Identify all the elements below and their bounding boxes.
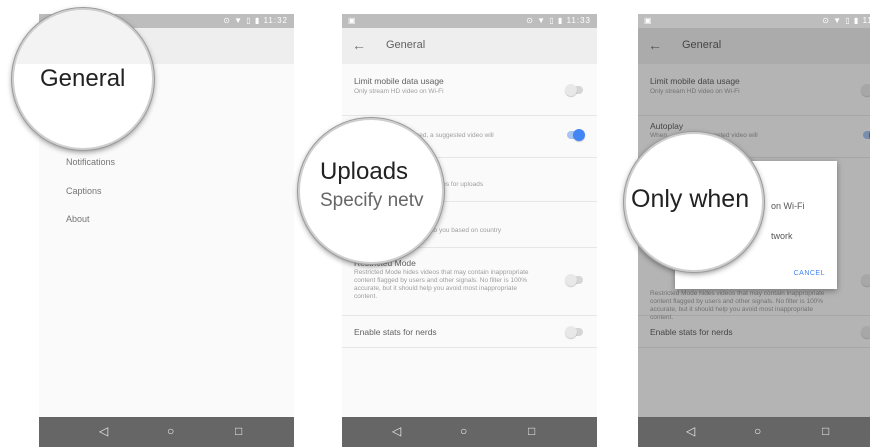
image-notification-icon: ▣ [348,16,356,25]
settings-item-about[interactable]: About [66,214,90,224]
recents-icon[interactable]: □ [822,424,829,438]
magnifier-uploads: Uploads Specify netv [298,118,444,264]
setting-subtitle: own to you based on country [418,227,502,234]
magnified-appbar [14,10,152,64]
setting-title: Enable stats for nerds [354,327,437,337]
setting-subtitle: Only stream HD video on Wi-Fi [354,88,444,95]
magnifier-general: General [12,8,154,150]
setting-title: Limit mobile data usage [354,76,444,86]
magnified-general-label: General [40,65,126,92]
toggle-switch-off[interactable] [565,84,583,96]
back-icon[interactable]: ◁ [686,424,695,438]
toggle-knob [565,274,577,286]
setting-subtitle: Restricted Mode hides videos that may co… [354,269,529,300]
magnifier-only-when: Only when [624,132,764,272]
toggle-knob [565,326,577,338]
toggle-knob [565,84,577,96]
setting-limit-mobile-data[interactable]: Limit mobile data usage Only stream HD v… [342,66,597,116]
toggle-switch-off[interactable] [565,326,583,338]
back-icon[interactable]: ◁ [392,424,401,438]
app-bar: ← General [342,28,597,64]
toggle-switch-on[interactable] [567,129,585,141]
image-notification-icon: ▣ [644,16,652,25]
toggle-knob [573,129,585,141]
magnified-only-when-text: Only when [631,185,750,213]
back-arrow-icon[interactable]: ← [352,37,366,53]
nav-bar: ◁ ○ □ [39,417,294,447]
status-icons: ⊙ ▼ ▯ ▮ 11:33 [822,16,870,25]
option-any-network[interactable]: twork [771,231,793,241]
settings-item-notifications[interactable]: Notifications [66,157,115,167]
toggle-switch-off[interactable] [565,274,583,286]
back-icon[interactable]: ◁ [99,424,108,438]
settings-item-captions[interactable]: Captions [66,186,102,196]
home-icon[interactable]: ○ [167,424,174,438]
home-icon[interactable]: ○ [460,424,467,438]
recents-icon[interactable]: □ [528,424,535,438]
magnified-uploads-title: Uploads [320,158,409,185]
status-bar: ▣ ⊙ ▼ ▯ ▮ 11:33 [342,14,597,28]
home-icon[interactable]: ○ [754,424,761,438]
status-icons: ⊙ ▼ ▯ ▮ 11:33 [526,16,591,25]
recents-icon[interactable]: □ [235,424,242,438]
page-title: General [386,39,426,51]
setting-subtitle: stred, a suggested video will [412,132,494,139]
setting-subtitle: ces for uploads [439,181,484,188]
magnified-uploads-subtitle: Specify netv [320,190,424,211]
nav-bar: ◁ ○ □ [638,417,870,447]
setting-stats-for-nerds[interactable]: Enable stats for nerds [342,316,597,348]
option-only-wifi[interactable]: on Wi-Fi [771,201,805,211]
cancel-button[interactable]: CANCEL [794,270,825,277]
status-icons: ⊙ ▼ ▯ ▮ 11:32 [223,16,288,25]
nav-bar: ◁ ○ □ [342,417,597,447]
status-bar: ▣ ⊙ ▼ ▯ ▮ 11:33 [638,14,870,28]
